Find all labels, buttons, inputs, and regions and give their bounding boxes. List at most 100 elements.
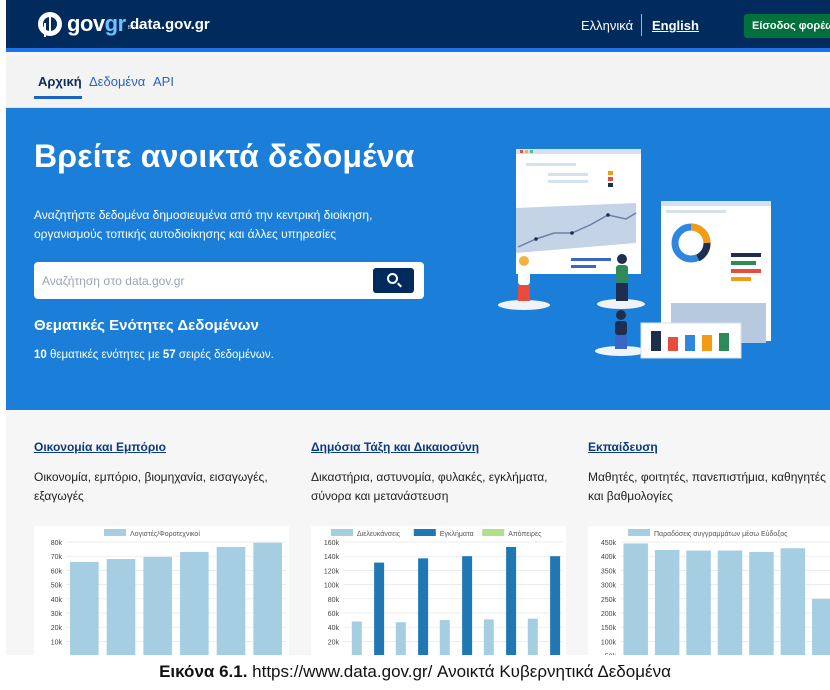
topic-card-education: Εκπαίδευση Μαθητές, φοιτητές, πανεπιστήμ… [588,440,830,506]
tab-api[interactable]: API [153,74,174,89]
chart-bar [106,559,136,655]
y-tick-label: 10k [51,639,63,646]
chart-bar [439,620,450,655]
chart-justice: Διελευκάνσεις Εγκλήματα Απόπειρες 160k 140k 1… [311,526,566,655]
series-count: 57 [162,349,176,361]
y-tick-label: 140k [324,554,340,561]
y-tick-label: 450k [601,540,617,547]
chart-bar [654,549,680,655]
chart-bar [686,550,711,655]
chart-bar [374,562,385,655]
figure-text: https://www.data.gov.gr/ Ανοικτά Κυβερνη… [247,662,671,681]
legend-label: Λογιστές/Φοροτεχνικοί [130,530,200,538]
topics-stats: 10 θεματικές ενότητες με 57 σειρές δεδομ… [34,349,274,361]
y-tick-label: 40k [328,625,340,632]
topics-count: 10 [34,349,47,361]
topic-link-education[interactable]: Εκπαίδευση [588,440,830,454]
topic-desc-economy: Οικονομία, εμπόριο, βιομηχανία, εισαγωγέ… [34,470,268,503]
lang-english-link[interactable]: English [652,18,699,33]
screenshot: gov gr BETA data.gov.gr Ελληνικά English Ε… [6,0,830,655]
search-icon [387,273,398,284]
y-tick-label: 20k [51,625,63,632]
topics-text: θεματικές ενότητες με [46,349,163,361]
search-button[interactable] [373,268,414,293]
greek-emblem-icon [38,12,62,36]
y-tick-label: 50k [51,583,63,590]
legend-label: Διελευκάνσεις [357,530,401,538]
search-bar [34,262,424,299]
chart-bar [395,622,406,655]
lang-divider [641,14,642,36]
topic-desc-education: Μαθητές, φοιτητές, πανεπιστήμια, καθηγητ… [588,470,826,503]
chart-bar [812,598,830,655]
topic-link-economy[interactable]: Οικονομία και Εμπόριο [34,440,289,454]
chart-bar [180,551,209,655]
site-name[interactable]: data.gov.gr [130,16,210,33]
chart-bar [717,550,743,655]
legend-swatch [104,529,126,536]
y-tick-label: 30k [51,611,63,618]
tab-data[interactable]: Δεδομένα [89,74,145,89]
y-tick-label: 350k [601,568,617,575]
y-tick-label: 160k [324,540,340,547]
lang-greek-link[interactable]: Ελληνικά [581,18,633,33]
topic-link-justice[interactable]: Δημόσια Τάξη και Δικαιοσύνη [311,440,566,454]
chart-bar [780,548,806,655]
y-tick-label: 60k [51,568,63,575]
chart-bar [483,619,494,655]
main-nav: Αρχική Δεδομένα API [6,56,830,108]
chart-education: Παραδόσεις συγγραμμάτων μέσω Εύδοξος 450k… [588,526,830,655]
topics-heading: Θεματικές Ενότητες Δεδομένων [34,317,259,334]
chart-bar [506,546,517,655]
figure-label: Εικόνα 6.1. [159,662,248,681]
y-tick-label: 120k [324,568,340,575]
legend-swatch [331,529,353,536]
y-tick-label: 250k [601,597,617,604]
hero-title: Βρείτε ανοικτά δεδομένα [34,138,415,174]
legend-swatch [413,529,436,536]
legend-swatch [628,529,650,536]
y-tick-label: 80k [51,540,63,547]
y-tick-label: 50k [605,654,617,655]
y-tick-label: 150k [601,625,617,632]
chart-bar [216,546,246,655]
top-header: gov gr BETA data.gov.gr Ελληνικά English Ε… [6,0,830,52]
y-tick-label: 200k [601,611,617,618]
legend-label: Εγκλήματα [440,531,474,538]
chart-economy: Λογιστές/Φοροτεχνικοί 80k 70k 60k 50k 40k 30k 2… [34,526,289,655]
legend-label: Παραδόσεις συγγραμμάτων μέσω Εύδοξος [654,530,788,538]
logo-gov-text: gov [67,11,105,36]
chart-bar [749,551,774,655]
search-input[interactable] [42,268,362,293]
topic-desc-justice: Δικαστήρια, αστυνομία, φυλακές, εγκλήματ… [311,470,548,503]
y-tick-label: 20k [328,639,340,646]
topic-card-justice: Δημόσια Τάξη και Δικαιοσύνη Δικαστήρια, … [311,440,566,506]
govgr-logo[interactable]: gov gr BETA [38,11,142,37]
chart-bar [70,561,99,655]
y-tick-label: 100k [324,583,340,590]
data-analysts-illustration [498,149,771,359]
series-text: σειρές δεδομένων. [175,349,274,361]
y-tick-label: 100k [601,639,617,646]
y-tick-label: 40k [51,597,63,604]
chart-bar [527,618,538,655]
logo-gr-text: gr [104,11,127,36]
chart-bar [351,621,362,655]
chart-bar [550,556,561,655]
legend-swatch [482,529,505,536]
tab-home[interactable]: Αρχική [38,74,82,89]
chart-bar [143,556,172,655]
active-tab-indicator [34,96,82,99]
legend-label: Απόπειρες [508,530,542,538]
chart-bar [253,542,282,655]
chart-bar [623,543,648,655]
hero-subtitle: Αναζητήστε δεδομένα δημοσιευμένα από την… [34,208,373,241]
login-button[interactable]: Είσοδος φορέων [744,14,830,38]
chart-bar [462,556,473,655]
y-tick-label: 300k [601,583,617,590]
topic-card-economy: Οικονομία και Εμπόριο Οικονομία, εμπόριο… [34,440,289,506]
y-tick-label: 80k [328,597,340,604]
y-tick-label: 400k [601,554,617,561]
figure-caption: Εικόνα 6.1. https://www.data.gov.gr/ Ανο… [0,662,830,682]
y-tick-label: 60k [328,611,340,618]
